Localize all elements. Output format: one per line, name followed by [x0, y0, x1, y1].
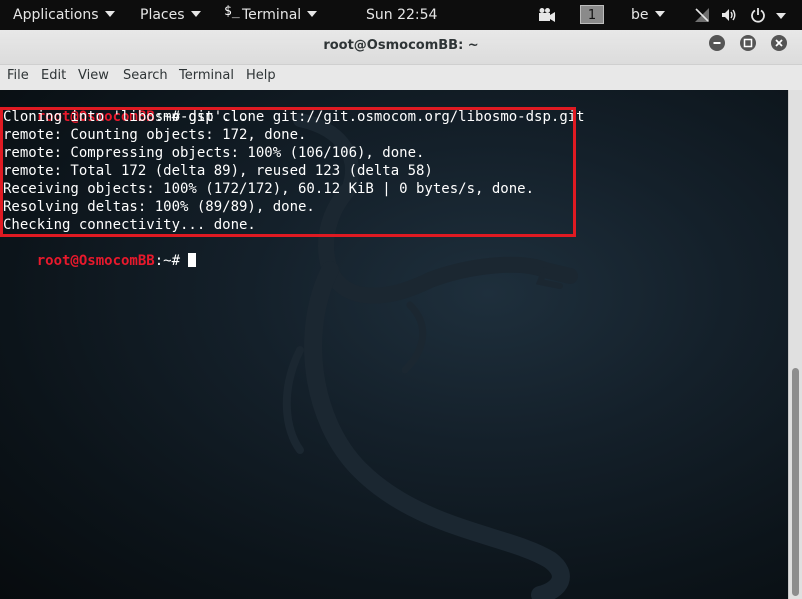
- keyboard-layout-label: be: [631, 7, 649, 23]
- places-menu[interactable]: Places: [140, 0, 201, 30]
- minimize-icon: [713, 42, 721, 44]
- close-icon: [775, 39, 783, 47]
- menu-file[interactable]: File: [7, 65, 29, 89]
- terminal-app-label: Terminal: [242, 7, 302, 23]
- menu-edit[interactable]: Edit: [41, 65, 66, 89]
- maximize-icon: [743, 38, 753, 48]
- highlight-box: [0, 107, 576, 237]
- text-cursor: [188, 253, 197, 267]
- window-titlebar[interactable]: root@OsmocomBB: ~: [0, 30, 802, 65]
- terminal-app-menu[interactable]: Terminal: [242, 0, 318, 30]
- screencast-icon[interactable]: [538, 7, 556, 23]
- places-label: Places: [140, 7, 185, 23]
- maximize-button[interactable]: [740, 35, 756, 51]
- applications-label: Applications: [13, 7, 99, 23]
- close-button[interactable]: [771, 35, 787, 51]
- prompt-user: root@OsmocomBB: [36, 253, 155, 269]
- menu-search[interactable]: Search: [123, 65, 168, 89]
- terminal-view[interactable]: root@OsmocomBB:~# git clone git://git.os…: [0, 90, 788, 599]
- menu-help[interactable]: Help: [246, 65, 276, 89]
- keyboard-layout-menu[interactable]: be: [631, 0, 665, 30]
- workspace-indicator[interactable]: 1: [580, 5, 604, 24]
- window-title: root@OsmocomBB: ~: [323, 38, 479, 53]
- chevron-down-icon: [654, 11, 665, 17]
- terminal-app-icon[interactable]: $_: [224, 0, 240, 30]
- prompt-suffix: :~#: [154, 253, 189, 269]
- command-line: root@OsmocomBB:~# git clone git://git.os…: [3, 90, 585, 125]
- chevron-down-icon: [104, 11, 115, 17]
- scrollbar[interactable]: [788, 90, 802, 599]
- minimize-button[interactable]: [709, 35, 725, 51]
- top-bar: Applications Places $_ Terminal Sun 22:5…: [0, 0, 802, 30]
- volume-icon[interactable]: [721, 7, 737, 23]
- chevron-down-icon: [307, 11, 318, 17]
- menu-bar: File Edit View Search Terminal Help: [0, 65, 802, 91]
- clock[interactable]: Sun 22:54: [366, 0, 437, 30]
- scrollbar-thumb[interactable]: [792, 368, 799, 596]
- power-icon[interactable]: [750, 7, 766, 23]
- network-icon[interactable]: [694, 7, 710, 23]
- chevron-down-icon[interactable]: [776, 13, 786, 19]
- chevron-down-icon: [190, 11, 201, 17]
- menu-view[interactable]: View: [78, 65, 109, 89]
- applications-menu[interactable]: Applications: [13, 0, 115, 30]
- menu-terminal[interactable]: Terminal: [179, 65, 234, 89]
